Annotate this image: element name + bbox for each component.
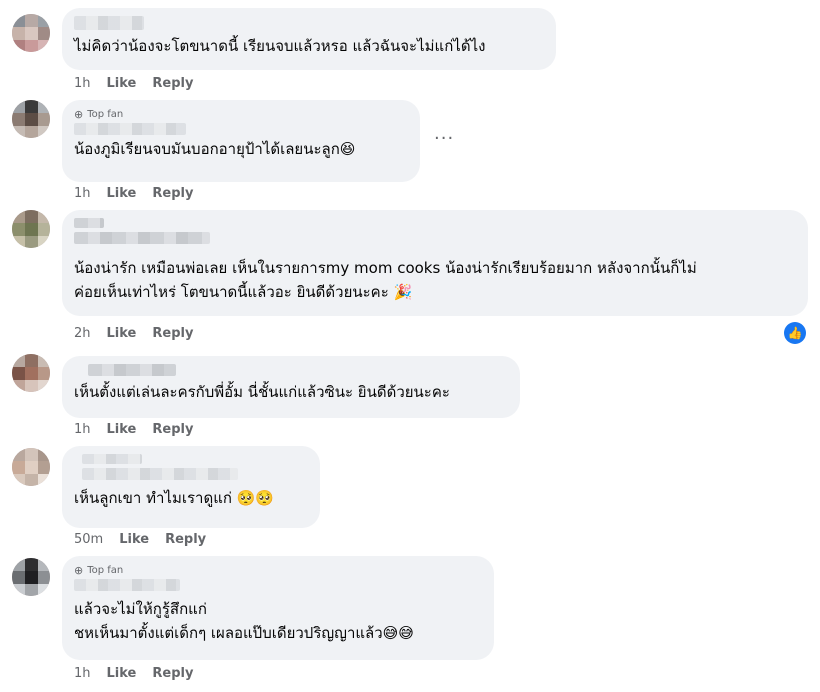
like-button[interactable]: Like: [107, 186, 137, 201]
comment-bubble: เห็นตั้งแต่เล่นละครกับพี่อั้ม นี่ชั้นแก่…: [62, 356, 520, 418]
author-name-blurred[interactable]: [88, 364, 176, 376]
reply-button[interactable]: Reply: [152, 666, 193, 681]
comment-actions: 50m Like Reply: [74, 532, 206, 547]
author-name-blurred[interactable]: [74, 232, 210, 244]
reply-button[interactable]: Reply: [152, 422, 193, 437]
author-name-blurred[interactable]: [74, 16, 144, 30]
like-button[interactable]: Like: [107, 76, 137, 91]
top-fan-badge: ⊕ Top fan: [74, 108, 408, 122]
timestamp[interactable]: 50m: [74, 532, 103, 547]
badge-label: Top fan: [87, 565, 124, 576]
globe-badge-icon: ⊕: [74, 108, 84, 121]
comment-text: เห็นลูกเขา ทำไมเราดูแก่ 🥺🥺: [74, 486, 308, 510]
reply-button[interactable]: Reply: [152, 186, 193, 201]
timestamp[interactable]: 1h: [74, 666, 91, 681]
comment-text-line1: แล้วจะไม่ให้กูรู้สึกแก่: [74, 600, 207, 618]
avatar[interactable]: [12, 354, 50, 392]
more-options-icon[interactable]: ···: [434, 128, 454, 149]
timestamp[interactable]: 2h: [74, 326, 91, 341]
comment-bubble: เห็นลูกเขา ทำไมเราดูแก่ 🥺🥺: [62, 446, 320, 528]
author-name-blurred[interactable]: [74, 579, 180, 591]
author-name-blurred[interactable]: [82, 468, 238, 480]
author-badge-blurred: [82, 454, 142, 464]
like-button[interactable]: Like: [107, 326, 137, 341]
comment-text-line2: ชหเห็นมาตั้งแต่เด็กๆ เผลอแป๊บเดียวปริญญา…: [74, 624, 414, 642]
comment-text: น้องภูมิเรียนจบมันบอกอายุป้าได้เลยนะลูก😆: [74, 140, 356, 158]
comment-bubble: ⊕ Top fan น้องภูมิเรียนจบมันบอกอายุป้าได…: [62, 100, 420, 182]
avatar[interactable]: [12, 448, 50, 486]
comment-bubble: ⊕ Top fan แล้วจะไม่ให้กูรู้สึกแก่ ชหเห็น…: [62, 556, 494, 660]
comment-actions: 1h Like Reply: [74, 422, 193, 437]
comment-actions: 2h Like Reply: [74, 326, 193, 341]
comment-text-content: เห็นลูกเขา ทำไมเราดูแก่ 🥺🥺: [74, 489, 275, 507]
author-name-blurred[interactable]: [74, 123, 186, 135]
like-button[interactable]: Like: [107, 422, 137, 437]
badge-label: Top fan: [87, 109, 124, 120]
avatar[interactable]: [12, 100, 50, 138]
thumbs-up-icon[interactable]: 👍: [784, 322, 806, 344]
reply-button[interactable]: Reply: [165, 532, 206, 547]
comment-bubble: น้องน่ารัก เหมือนพ่อเลย เห็นในรายการmy m…: [62, 210, 808, 316]
comment-text: ไม่คิดว่าน้องจะโตขนาดนี้ เรียนจบแล้วหรอ …: [74, 37, 486, 55]
like-button[interactable]: Like: [107, 666, 137, 681]
author-badge-blurred: [74, 218, 104, 228]
comment-text: เห็นตั้งแต่เล่นละครกับพี่อั้ม นี่ชั้นแก่…: [74, 383, 450, 401]
top-fan-badge: ⊕ Top fan: [74, 564, 482, 578]
comment-text-line2: ค่อยเห็นเท่าไหร่ โตขนาดนี้แล้วอะ ยินดีด้…: [74, 283, 413, 301]
reply-button[interactable]: Reply: [152, 326, 193, 341]
comment-actions: 1h Like Reply: [74, 186, 193, 201]
comment-bubble: ไม่คิดว่าน้องจะโตขนาดนี้ เรียนจบแล้วหรอ …: [62, 8, 556, 70]
like-button[interactable]: Like: [119, 532, 149, 547]
comment-actions: 1h Like Reply: [74, 666, 193, 681]
avatar[interactable]: [12, 14, 50, 52]
avatar[interactable]: [12, 210, 50, 248]
timestamp[interactable]: 1h: [74, 422, 91, 437]
reply-button[interactable]: Reply: [152, 76, 193, 91]
timestamp[interactable]: 1h: [74, 186, 91, 201]
avatar[interactable]: [12, 558, 50, 596]
comment-actions: 1h Like Reply: [74, 76, 193, 91]
comment-text-line1: น้องน่ารัก เหมือนพ่อเลย เห็นในรายการmy m…: [74, 259, 697, 277]
globe-badge-icon: ⊕: [74, 564, 84, 577]
timestamp[interactable]: 1h: [74, 76, 91, 91]
